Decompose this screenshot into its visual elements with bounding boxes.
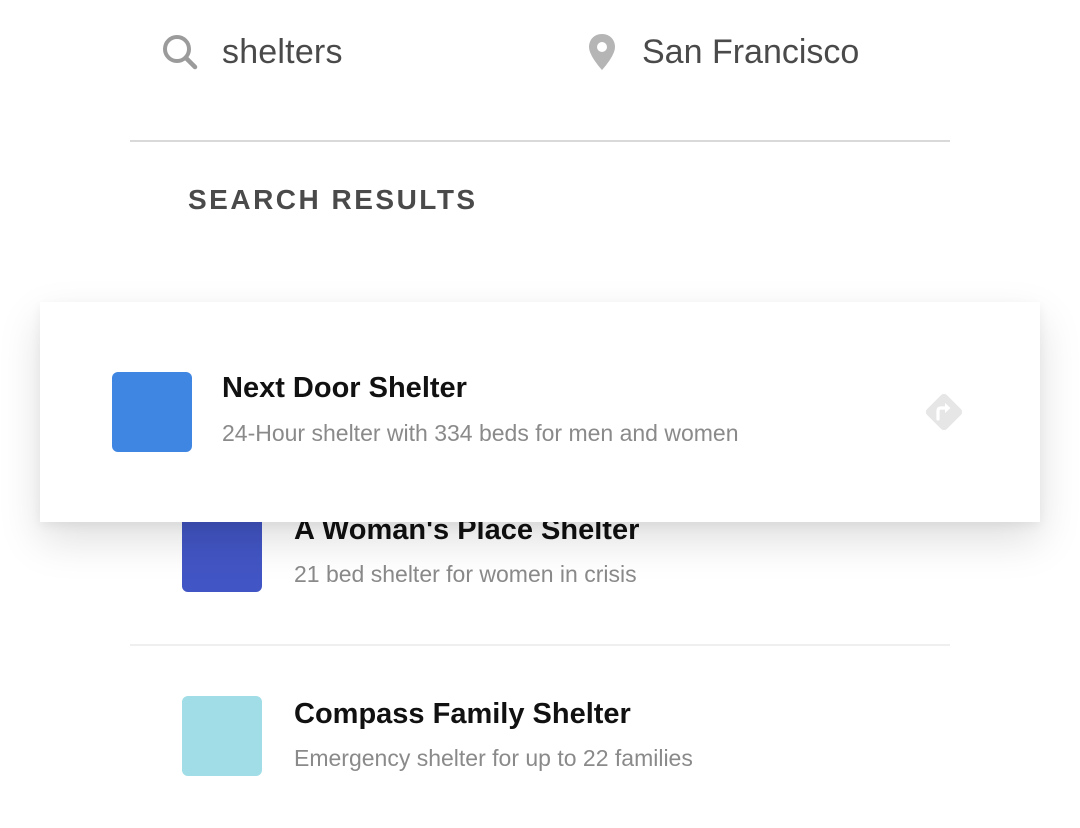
result-thumbnail xyxy=(182,512,262,592)
directions-icon[interactable] xyxy=(920,388,968,436)
search-input[interactable]: shelters xyxy=(160,22,343,82)
featured-result-card[interactable]: Next Door Shelter 24-Hour shelter with 3… xyxy=(40,302,1040,522)
location-input[interactable]: San Francisco xyxy=(584,22,859,82)
search-query-text: shelters xyxy=(222,32,343,71)
result-title: Next Door Shelter xyxy=(222,372,467,404)
result-description: 24-Hour shelter with 334 beds for men an… xyxy=(222,420,739,446)
search-results-page: shelters San Francisco SEARCH RESULTS A … xyxy=(0,0,1080,828)
result-title: Compass Family Shelter xyxy=(294,698,631,730)
result-thumbnail xyxy=(112,372,192,452)
section-title: SEARCH RESULTS xyxy=(188,184,478,215)
result-description: Emergency shelter for up to 22 families xyxy=(294,745,693,771)
map-pin-icon xyxy=(584,32,620,72)
search-icon xyxy=(160,32,200,72)
result-row[interactable]: Compass Family Shelter Emergency shelter… xyxy=(130,644,950,828)
divider xyxy=(130,140,950,142)
location-text: San Francisco xyxy=(642,32,860,71)
result-thumbnail xyxy=(182,696,262,776)
result-description: 21 bed shelter for women in crisis xyxy=(294,561,637,587)
